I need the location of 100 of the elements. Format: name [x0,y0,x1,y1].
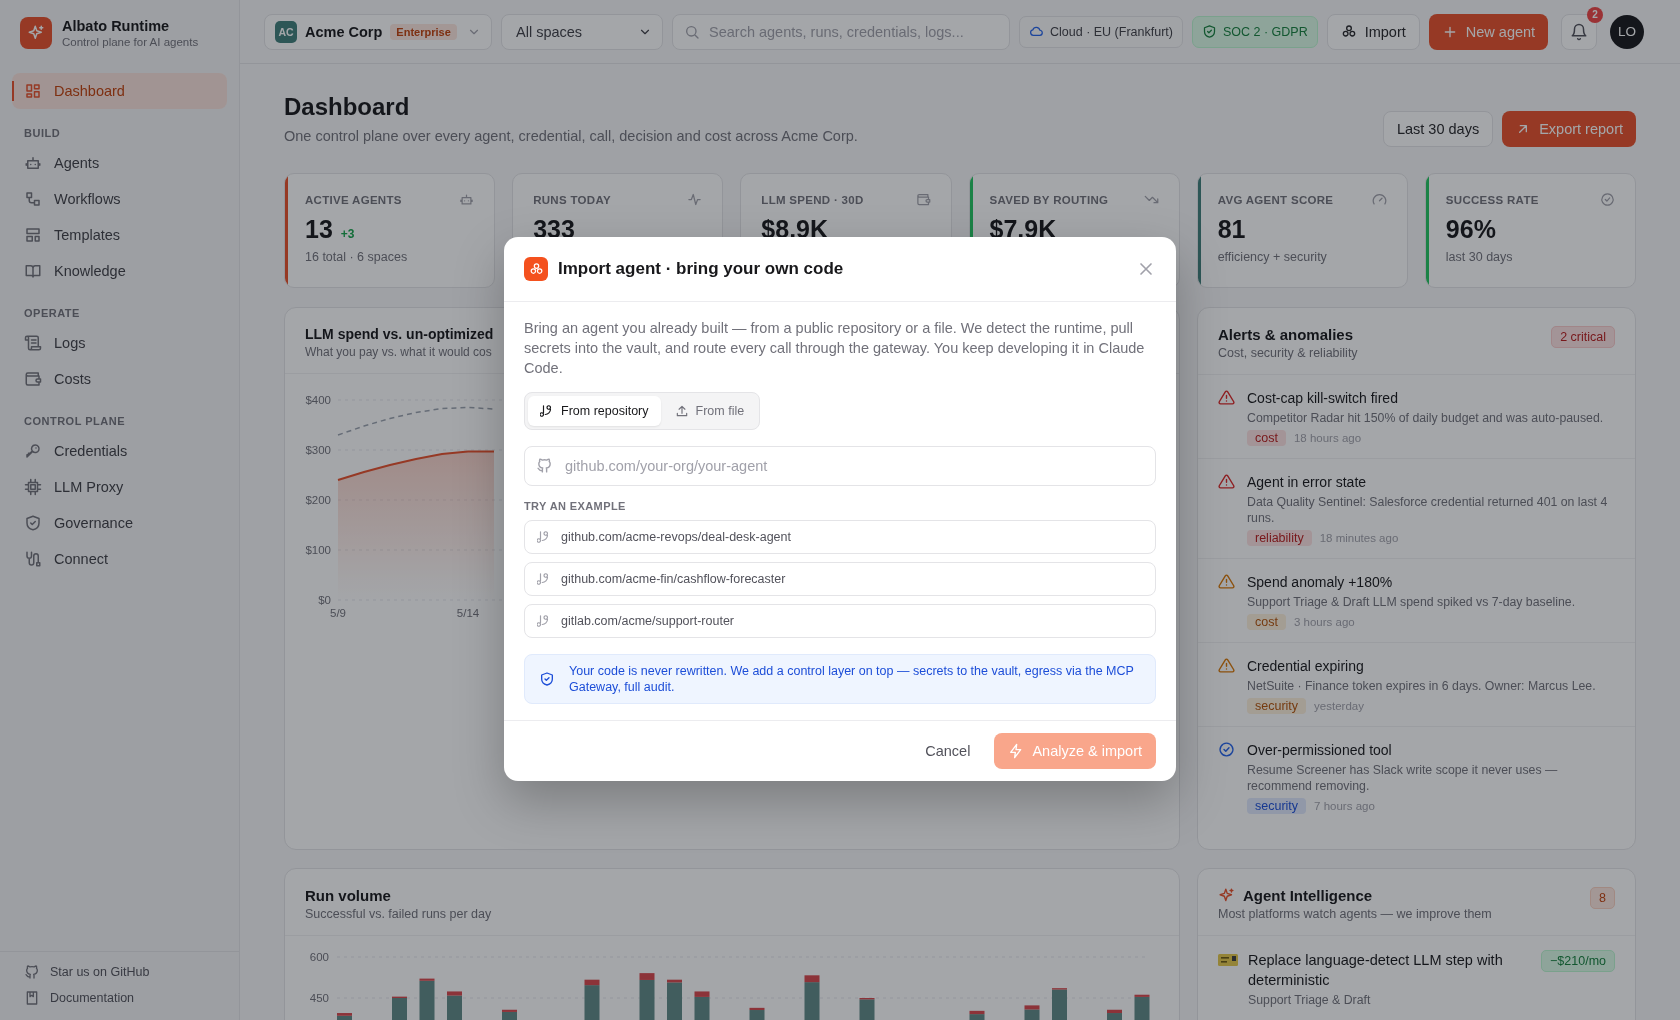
github-icon [24,964,40,980]
user-avatar[interactable]: LO [1610,14,1645,49]
cubes-icon [1340,23,1357,40]
alert-item[interactable]: Agent in error state Data Quality Sentinel: Salesforce credential returned 401 on last 4 runs. reliability 18 minutes ago [1198,459,1635,559]
kpi-label: RUNS TODAY [533,193,611,206]
chip-icon [24,478,42,496]
saving-badge: −$210/mo [1541,950,1615,972]
nav-item[interactable]: Governance [12,505,227,541]
nav-item[interactable]: Workflows [12,181,227,217]
kpi-label: AVG AGENT SCORE [1217,193,1334,206]
repository-field[interactable]: github.com/your-org/your-agent [524,446,1156,486]
layout-icon [24,226,42,244]
alert-description: Resume Screener has Slack write scope it never uses — recommend removing. [1247,762,1559,794]
notice-text: Your code is never rewritten. We add a control layer on top — secrets to the vault, egress via the MCP Gateway, full audit. [569,663,1135,695]
branch-icon [537,572,551,586]
kpi-value: 13 [305,215,333,244]
nav-section-heading: OPERATE [23,306,81,321]
card-subtitle: Most platforms watch agents — we improve them [1218,907,1492,921]
alert-title: Agent in error state [1247,473,1368,492]
ticket-icon [1218,953,1238,967]
key-icon [24,442,42,460]
kpi-label: ACTIVE AGENTS [305,193,402,206]
notification-count: 2 [1587,6,1604,23]
axis-tick-label: 450 [309,992,329,1004]
alert-time: 3 hours ago [1293,616,1355,628]
critical-badge: 2 critical [1551,326,1615,348]
import-button[interactable]: Import [1326,13,1420,50]
plan-badge: Enterprise [390,23,457,40]
kpi-delta: +3 [340,227,355,241]
example-repo[interactable]: github.com/acme-revops/deal-desk-agent [524,520,1156,554]
suggestion-item[interactable]: Replace language-detect LLM step with deterministic Support Triage & Draft −$210/mo [1198,936,1635,1020]
alert-tag: reliability [1247,530,1312,546]
activity-icon [687,192,703,207]
card-title: Run volume [305,887,391,904]
nav-item[interactable]: Logs [12,325,227,361]
book-icon [24,262,42,280]
new-agent-button[interactable]: New agent [1428,13,1549,50]
nav-item[interactable]: Credentials [12,433,227,469]
footer-link[interactable]: Documentation [24,990,215,1006]
gauge-icon [1371,192,1387,207]
page-title: Dashboard [284,92,411,122]
warning-icon [1218,389,1235,406]
org-avatar: AC [275,20,297,43]
axis-tick-label: $200 [305,494,331,506]
nav-item[interactable]: Connect [12,541,227,577]
source-tab[interactable]: From repository [528,396,661,426]
org-switcher[interactable]: AC Acme Corp Enterprise [264,13,492,50]
warning-icon [1218,473,1235,490]
nav-item[interactable]: Agents [12,145,227,181]
source-tab[interactable]: From file [662,396,757,426]
nav-item[interactable]: Knowledge [12,253,227,289]
wallet-icon [24,370,42,388]
shield-check-icon [1201,24,1217,39]
robot-icon [24,154,42,172]
alert-description: Data Quality Sentinel: Salesforce credential returned 401 on last 4 runs. [1247,494,1609,526]
app-name: Albato Runtime [62,18,171,34]
nav-item[interactable]: Templates [12,217,227,253]
warning-icon [1218,657,1235,674]
examples-heading: TRY AN EXAMPLE [524,500,627,512]
example-repo[interactable]: github.com/acme-fin/cashflow-forecaster [524,562,1156,596]
robot-icon [459,192,475,207]
cancel-button[interactable]: Cancel [913,735,983,767]
sparkle-icon [27,24,45,42]
space-select[interactable]: All spaces [501,13,663,50]
nav-item[interactable]: Dashboard [12,73,227,109]
org-name: Acme Corp [305,23,383,40]
alert-time: 18 hours ago [1293,432,1362,444]
alert-item[interactable]: Credential expiring NetSuite · Finance token expires in 6 days. Owner: Marcus Lee. security yesterday [1198,643,1635,727]
compliance-chip: SOC 2 · GDPR [1191,15,1318,48]
example-repo[interactable]: gitlab.com/acme/support-router [524,604,1156,638]
search-field[interactable]: Search agents, runs, credentials, logs... [672,13,1010,50]
kpi-caption: 16 total · 6 spaces [305,250,409,264]
card-title: LLM spend vs. un-optimized [305,326,494,342]
alert-tag: security [1247,798,1307,814]
wallet-icon [915,192,931,207]
upload-icon [674,404,689,418]
page-subtitle: One control plane over every agent, credential, call, decision and cost across Acme Corp. [284,127,859,146]
date-range-button[interactable]: Last 30 days [1382,111,1494,147]
card-subtitle: Successful vs. failed runs per day [305,907,492,921]
nav-item[interactable]: LLM Proxy [12,469,227,505]
count-badge: 8 [1590,887,1615,909]
alert-tag: cost [1247,614,1286,630]
shield-icon [24,514,42,532]
kpi-caption: last 30 days [1445,250,1514,264]
alert-time: yesterday [1314,700,1364,712]
nav-item[interactable]: Costs [12,361,227,397]
region-chip: Cloud · EU (Frankfurt) [1019,15,1183,48]
alert-description: Support Triage & Draft LLM spend spiked vs 7-day baseline. [1247,594,1577,610]
alert-item[interactable]: Spend anomaly +180% Support Triage & Draft LLM spend spiked vs 7-day baseline. cost 3 hours ago [1198,559,1635,643]
alert-item[interactable]: Cost-cap kill-switch fired Competitor Radar hit 150% of daily budget and was auto-paused. cost 18 hours ago [1198,375,1635,459]
cloud-icon [1029,24,1044,39]
card-subtitle: What you pay vs. what it would cos [305,345,492,359]
card-title: Agent Intelligence [1243,887,1373,904]
footer-link[interactable]: Star us on GitHub [24,964,215,980]
dialog-title: Import agent · bring your own code [558,259,845,279]
kpi-label: SAVED BY ROUTING [989,193,1109,206]
sparkle-icon [1218,887,1235,904]
axis-tick-label: $400 [305,394,331,406]
branch-icon [537,530,551,544]
export-button[interactable]: Export report [1502,111,1636,147]
